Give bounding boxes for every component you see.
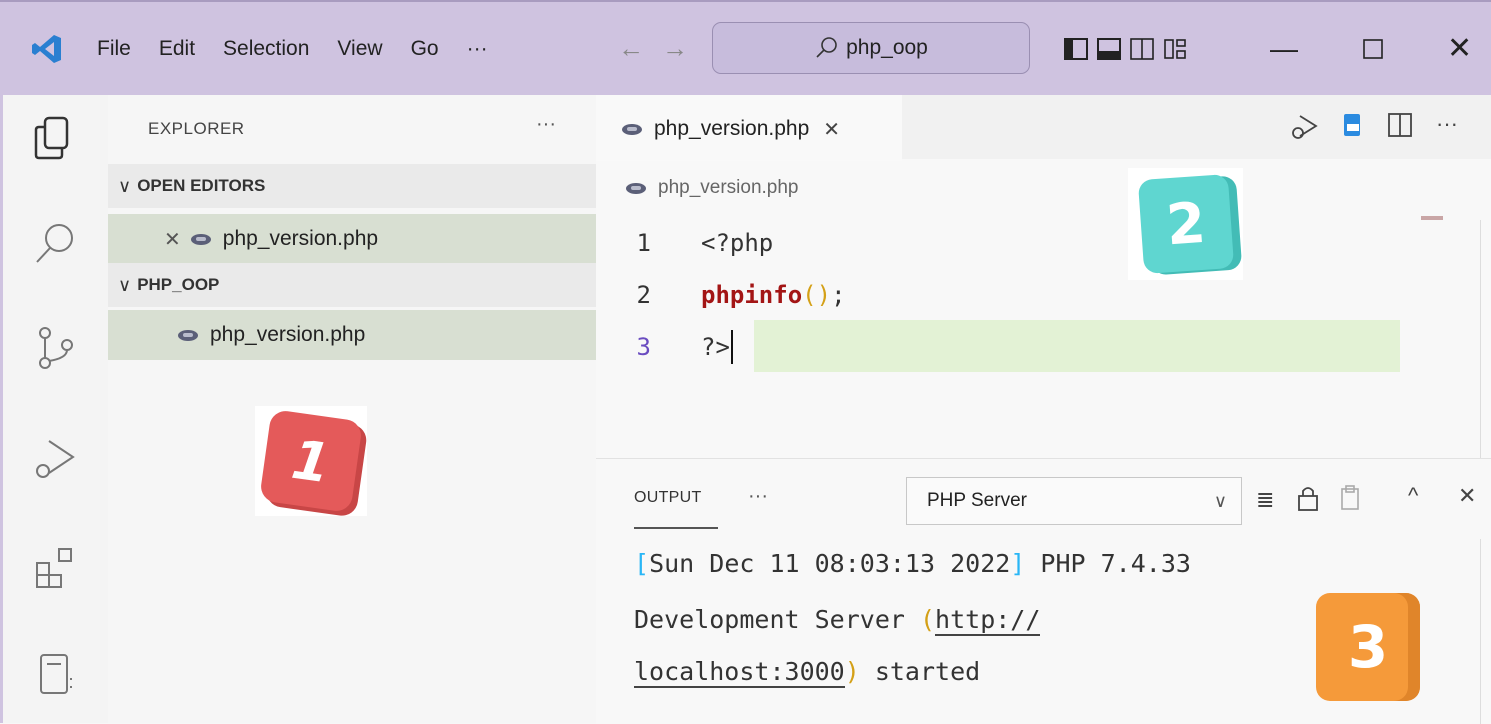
channel-value: PHP Server [927,490,1027,511]
tab-output[interactable]: OUTPUT [634,489,702,507]
extensions-icon[interactable] [31,543,81,593]
line-number: 2 [636,281,651,309]
folder-filename: php_version.php [210,323,366,346]
php-oop-folder-section[interactable]: ∨ PHP_OOP [108,263,596,307]
log-bracket: [ [634,549,650,578]
minimize-icon[interactable]: — [1270,2,1298,95]
breadcrumb[interactable]: php_version.php [626,177,799,199]
open-editors-section[interactable]: ∨ OPEN EDITORS [108,164,596,208]
toggle-primary-sidebar-icon[interactable] [1064,2,1088,95]
open-editor-item[interactable]: ✕ php_version.php [108,214,596,264]
text-cursor [730,330,733,364]
chevron-down-icon: ∨ [118,274,132,295]
editor-tab[interactable]: php_version.php ✕ [596,95,902,161]
run-debug-icon[interactable] [1290,111,1320,147]
source-control-icon[interactable] [31,323,81,373]
close-window-icon[interactable]: ✕ [1447,2,1472,95]
log-paren: ) [844,657,860,686]
callout-badge-1: 1 [255,406,367,516]
vscode-logo-icon [30,2,64,95]
callout-badge-2: 2 [1128,168,1243,280]
panel-more-actions[interactable]: ··· [748,485,768,508]
menu-go[interactable]: Go [411,37,439,61]
log-text: started [859,657,981,686]
editor-tab-label: php_version.php [654,117,810,140]
split-editor-icon[interactable] [1386,111,1414,145]
panel-scrollbar[interactable] [1480,539,1491,724]
open-editors-label: OPEN EDITORS [137,176,266,195]
log-url-link[interactable]: http:// [935,605,1041,636]
menu-selection[interactable]: Selection [223,37,309,61]
active-tab-indicator [634,527,718,529]
title-bar: File Edit Selection View Go ··· ← → php_… [0,0,1491,95]
explorer-title: EXPLORER [148,119,245,138]
php-file-icon [190,233,211,245]
folder-label: PHP_OOP [137,275,220,294]
menu-more[interactable]: ··· [467,37,488,61]
log-url-link[interactable]: localhost:3000 [634,657,845,688]
lock-scroll-icon[interactable] [1296,483,1320,518]
menu-bar: File Edit Selection View Go ··· [97,2,516,95]
menu-view[interactable]: View [337,37,382,61]
toggle-secondary-sidebar-icon[interactable] [1130,2,1154,95]
explorer-files-icon[interactable] [31,113,81,163]
clear-output-icon[interactable]: ≣ [1256,487,1274,513]
php-server-icon[interactable] [1338,111,1368,147]
code-paren: ( [802,281,817,309]
code-line-1[interactable]: 1 <?php [596,218,1416,268]
open-in-editor-icon[interactable] [1338,483,1364,518]
maximize-panel-icon[interactable]: ^ [1408,483,1418,509]
line-number: 1 [636,229,651,257]
chevron-down-icon: ∨ [118,175,132,196]
code-line-3[interactable]: 3 ?> [596,322,1416,372]
code-line-2[interactable]: 2 phpinfo(); [596,270,1416,320]
editor-area: php_version.php ✕ ··· php_version.php 1 … [596,95,1491,458]
line-number: 3 [636,333,651,361]
folder-file-item[interactable]: php_version.php [108,310,596,360]
back-arrow-icon[interactable]: ← [618,2,644,95]
breadcrumb-file: php_version.php [658,177,799,198]
activity-bar [0,95,108,723]
explorer-more-actions[interactable]: ··· [536,113,556,136]
output-line-2: Development Server (http:// [634,605,1041,636]
search-icon [816,37,837,58]
customize-layout-icon[interactable] [1163,2,1187,95]
editor-more-actions[interactable]: ··· [1436,111,1458,137]
php-file-icon [622,123,642,135]
maximize-icon[interactable] [1362,2,1384,95]
log-bracket: ] [1010,549,1026,578]
log-date: Sun Dec 11 08:03:13 2022 [649,549,1011,578]
php-file-icon [178,329,198,341]
output-line-3: localhost:3000) started [634,657,981,688]
log-text: Development Server [634,605,920,634]
close-icon[interactable]: ✕ [823,117,840,142]
code-text: <?php [701,229,774,257]
forward-arrow-icon[interactable]: → [662,2,688,95]
close-panel-icon[interactable]: ✕ [1458,483,1476,509]
search-icon[interactable] [31,218,81,268]
php-file-icon [626,182,646,194]
callout-badge-3: 3 [1313,592,1423,702]
code-semicolon: ; [831,281,846,309]
code-text: ?> [701,333,730,361]
command-center-search[interactable]: php_oop [712,22,1030,74]
output-channel-select[interactable]: PHP Server ∨ [906,477,1242,525]
open-editor-filename: php_version.php [222,227,379,250]
remote-explorer-icon[interactable] [31,650,81,700]
close-icon[interactable]: ✕ [164,227,181,252]
log-version: PHP 7.4.33 [1025,549,1191,578]
output-line-1: [Sun Dec 11 08:03:13 2022] PHP 7.4.33 [634,549,1191,578]
code-function: phpinfo [701,281,803,309]
code-paren: ) [816,281,832,309]
minimap[interactable] [1421,216,1491,458]
run-debug-icon[interactable] [31,435,81,485]
search-text: php_oop [846,36,928,59]
menu-edit[interactable]: Edit [159,37,195,61]
chevron-down-icon: ∨ [1213,490,1227,511]
toggle-panel-icon[interactable] [1097,2,1121,95]
menu-file[interactable]: File [97,37,131,61]
log-paren: ( [919,605,936,634]
